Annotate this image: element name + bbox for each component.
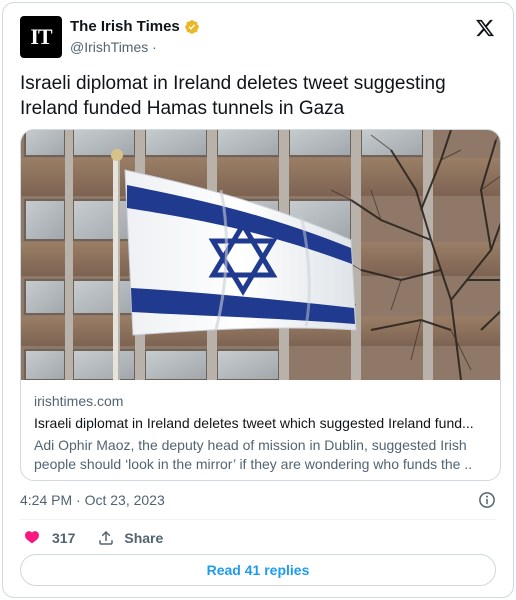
author-name[interactable]: The Irish Times	[70, 18, 180, 35]
author-handle[interactable]: @IrishTimes	[70, 39, 148, 55]
divider	[20, 519, 496, 520]
like-button[interactable]: 317	[23, 529, 75, 547]
author-handle-row: @IrishTimes ·	[70, 39, 157, 55]
x-logo-icon[interactable]	[474, 18, 496, 38]
share-button[interactable]: Share	[97, 529, 163, 547]
link-domain[interactable]: irishtimes.com	[34, 392, 488, 411]
israeli-flag-photo[interactable]	[21, 130, 501, 380]
action-bar: 317 Share	[23, 527, 185, 549]
read-replies-button[interactable]: Read 41 replies	[20, 554, 496, 586]
share-label: Share	[124, 530, 164, 546]
link-description: Adi Ophir Maoz, the deputy head of missi…	[34, 437, 473, 472]
link-preview-card[interactable]: irishtimes.com Israeli diplomat in Irela…	[20, 129, 501, 481]
tweet-text: Israeli diplomat in Ireland deletes twee…	[20, 73, 446, 119]
avatar[interactable]: IT	[20, 16, 62, 58]
timestamp[interactable]: 4:24 PM · Oct 23, 2023	[20, 492, 165, 508]
timestamp-row: 4:24 PM · Oct 23, 2023	[20, 490, 496, 510]
tweet-embed-card: IT The Irish Times @IrishTimes · Israeli…	[2, 2, 514, 598]
tweet-header: IT The Irish Times @IrishTimes ·	[20, 16, 496, 60]
link-title[interactable]: Israeli diplomat in Ireland deletes twee…	[34, 413, 488, 433]
heart-icon	[24, 531, 40, 544]
link-meta: irishtimes.com Israeli diplomat in Irela…	[34, 392, 488, 474]
verified-badge-icon	[184, 19, 199, 34]
like-count: 317	[52, 530, 76, 546]
handle-separator: ·	[152, 39, 157, 55]
info-icon[interactable]	[478, 491, 496, 509]
author-name-row: The Irish Times	[70, 18, 200, 35]
share-icon	[99, 530, 114, 545]
